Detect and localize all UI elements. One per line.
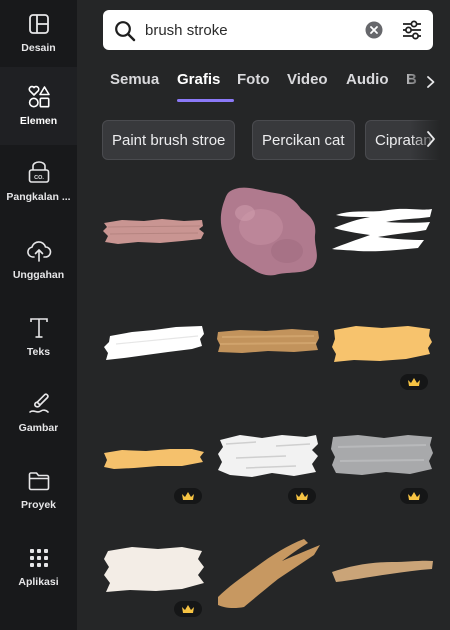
- chevron-right-icon[interactable]: [426, 75, 436, 94]
- shapes-icon: [26, 84, 52, 110]
- tab-audio[interactable]: Audio: [346, 71, 389, 88]
- sidebar-item-label: Pangkalan ...: [6, 191, 71, 203]
- sidebar: Desain Elemen CO. Pangkalan ... Unggahan…: [0, 0, 77, 630]
- chip-paint-brush[interactable]: Paint brush stroe: [102, 120, 236, 160]
- category-tabs: Semua Grafis Foto Video Audio B: [110, 68, 450, 102]
- result-cream-brush-stroke[interactable]: [102, 545, 206, 600]
- chip-percikan-cat[interactable]: Percikan cat: [252, 120, 355, 160]
- tab-foto[interactable]: Foto: [237, 71, 269, 88]
- filter-icon[interactable]: [401, 19, 423, 46]
- premium-crown-badge: [400, 488, 428, 504]
- svg-text:CO.: CO.: [34, 175, 44, 181]
- premium-crown-badge: [174, 601, 202, 617]
- sidebar-item-proyek[interactable]: Proyek: [0, 468, 77, 511]
- sidebar-item-unggahan[interactable]: Unggahan: [0, 238, 77, 281]
- sidebar-item-elemen[interactable]: Elemen: [0, 67, 77, 145]
- result-mauve-watercolor-blot[interactable]: [217, 185, 323, 282]
- sidebar-item-label: Desain: [21, 42, 56, 54]
- sidebar-item-gambar[interactable]: Gambar: [0, 391, 77, 434]
- crown-icon: [408, 491, 420, 500]
- sidebar-item-pangkalan[interactable]: CO. Pangkalan ...: [0, 160, 77, 203]
- result-tan-brush-stroke[interactable]: [216, 326, 320, 361]
- folder-icon: [26, 468, 52, 494]
- elements-panel: Semua Grafis Foto Video Audio B Paint br…: [77, 0, 450, 630]
- result-white-brush-stroke[interactable]: [102, 322, 206, 369]
- search-icon: [114, 20, 136, 47]
- sidebar-item-desain[interactable]: Desain: [0, 0, 77, 67]
- sidebar-item-aplikasi[interactable]: Aplikasi: [0, 545, 77, 588]
- layout-icon: [26, 11, 52, 37]
- text-icon: [26, 315, 52, 341]
- result-white-dry-brush-stroke[interactable]: [330, 205, 434, 260]
- result-tan-diagonal-stroke[interactable]: [216, 535, 322, 616]
- premium-crown-badge: [288, 488, 316, 504]
- sidebar-item-label: Unggahan: [12, 269, 65, 281]
- crown-icon: [408, 377, 420, 386]
- premium-crown-badge: [174, 488, 202, 504]
- crown-icon: [296, 491, 308, 500]
- active-tab-indicator: [177, 99, 234, 102]
- sidebar-item-label: Gambar: [18, 422, 59, 434]
- result-pink-brush-stroke[interactable]: [102, 215, 206, 252]
- result-tan-wavy-stroke[interactable]: [330, 556, 434, 591]
- sidebar-item-label: Aplikasi: [18, 576, 59, 588]
- tab-grafis[interactable]: Grafis: [177, 71, 220, 88]
- chevron-right-icon[interactable]: [426, 128, 436, 155]
- sidebar-item-label: Elemen: [19, 115, 58, 127]
- sidebar-item-label: Proyek: [20, 499, 57, 511]
- cloud-upload-icon: [26, 238, 52, 264]
- result-yellow-brush-stroke[interactable]: [330, 324, 434, 369]
- premium-crown-badge: [400, 374, 428, 390]
- tab-semua[interactable]: Semua: [110, 71, 159, 88]
- search-input[interactable]: [145, 10, 355, 50]
- sidebar-item-teks[interactable]: Teks: [0, 315, 77, 358]
- result-yellow-thin-brush-stroke[interactable]: [102, 444, 206, 477]
- brand-kit-icon: CO.: [26, 160, 52, 186]
- clear-search-button[interactable]: [365, 21, 383, 44]
- result-white-grunge-stroke[interactable]: [216, 432, 320, 485]
- tab-video[interactable]: Video: [287, 71, 328, 88]
- sidebar-item-label: Teks: [26, 346, 51, 358]
- draw-icon: [26, 391, 52, 417]
- crown-icon: [182, 491, 194, 500]
- suggestion-chips: Paint brush stroe Percikan cat Cipratan: [102, 120, 450, 162]
- apps-grid-icon: [26, 545, 52, 571]
- result-gray-brush-stroke[interactable]: [330, 433, 434, 484]
- crown-icon: [182, 604, 194, 613]
- search-box: [103, 10, 433, 50]
